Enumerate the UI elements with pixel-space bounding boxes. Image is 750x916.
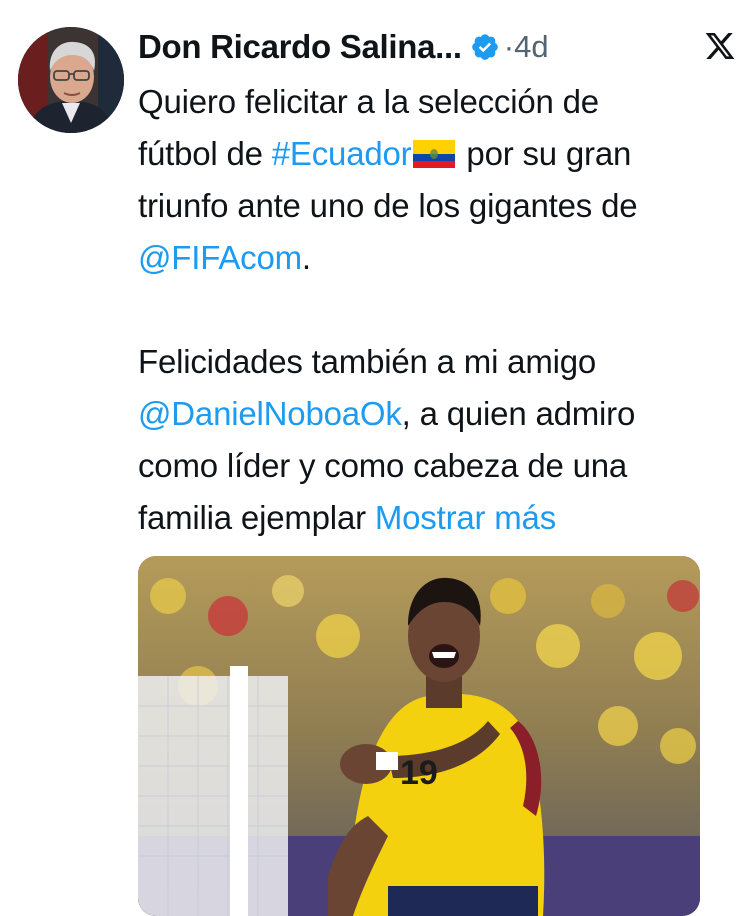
text-line: fútbol de #Ecuador por su gran (138, 135, 632, 172)
tweet-header: Don Ricardo Salina... · 4d (138, 22, 549, 72)
tweet-media-image[interactable]: 19 (138, 556, 700, 916)
text-line: @DanielNoboaOk, a quien admiro (138, 395, 636, 432)
author-name[interactable]: Don Ricardo Salina... (138, 28, 462, 66)
verified-badge-icon (470, 32, 500, 62)
mention-noboa-link[interactable]: @DanielNoboaOk (138, 395, 402, 432)
text-line: Quiero felicitar a la selección de (138, 83, 599, 120)
show-more-link[interactable]: Mostrar más (375, 499, 556, 536)
x-logo-icon[interactable] (704, 30, 736, 62)
tweet-text: Quiero felicitar a la selección de fútbo… (138, 76, 738, 544)
jersey-number: 19 (400, 754, 438, 792)
avatar[interactable] (18, 27, 124, 133)
timestamp[interactable]: 4d (514, 29, 548, 65)
text-line: triunfo ante uno de los gigantes de (138, 187, 638, 224)
separator-dot: · (503, 29, 515, 64)
avatar-photo (18, 27, 124, 133)
text-line: familia ejemplar Mostrar más (138, 499, 557, 536)
text-line: @FIFAcom. (138, 239, 311, 276)
text-line: Felicidades también a mi amigo (138, 343, 597, 380)
mention-fifa-link[interactable]: @FIFAcom (138, 239, 302, 276)
text-line: como líder y como cabeza de una (138, 447, 628, 484)
hashtag-link[interactable]: #Ecuador (272, 135, 412, 172)
ecuador-flag-icon (413, 140, 456, 169)
footballer-photo: 19 (138, 556, 700, 916)
